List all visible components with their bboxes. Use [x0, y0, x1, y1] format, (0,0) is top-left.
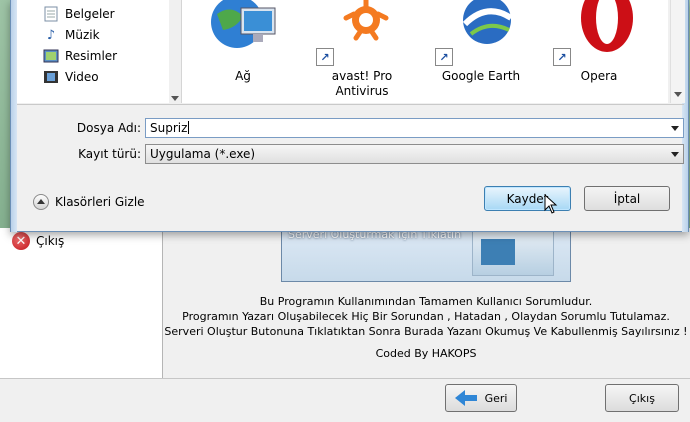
nav-item-documents[interactable]: Belgeler	[43, 6, 115, 22]
dialog-divider	[17, 104, 684, 105]
nav-item-label: Belgeler	[65, 7, 115, 21]
credit-text: Coded By HAKOPS	[375, 347, 477, 360]
cancel-button[interactable]: İptal	[584, 186, 670, 211]
hide-folders-toggle[interactable]: Klasörleri Gizle	[33, 194, 145, 210]
exit-button-label: Çıkış	[629, 391, 655, 405]
create-server-banner[interactable]: Serveri Oluşturmak İçin Tıklatın	[281, 228, 571, 282]
back-arrow-icon	[454, 390, 477, 406]
background-app-sidebar	[0, 228, 163, 378]
pictures-icon	[43, 48, 59, 64]
filename-field[interactable]: Supriz	[145, 118, 684, 138]
nav-item-label: Resimler	[65, 49, 118, 63]
filename-label: Dosya Adı:	[76, 121, 141, 135]
text-caret	[188, 121, 190, 134]
nav-item-label: Müzik	[65, 28, 100, 42]
hide-folders-label: Klasörleri Gizle	[55, 195, 145, 209]
filetype-value: Uygulama (*.exe)	[150, 147, 256, 161]
file-list-scrollbar[interactable]	[670, 0, 685, 103]
disclaimer-line: Bu Programın Kullanımından Tamamen Kulla…	[259, 295, 593, 308]
shortcut-arrow-icon: ↗	[316, 48, 334, 66]
network-icon	[197, 0, 289, 66]
chevron-down-icon[interactable]	[671, 152, 679, 157]
music-icon: ♪	[46, 27, 56, 43]
save-file-dialog: Belgeler ♪ Müzik Resimler Video Ağ ↗ ava…	[10, 0, 689, 232]
filetype-select[interactable]: Uygulama (*.exe)	[145, 144, 684, 164]
exit-icon: ✕	[12, 232, 30, 250]
documents-icon	[43, 6, 59, 22]
filetype-label: Kayıt türü:	[78, 147, 141, 161]
shortcut-arrow-icon: ↗	[435, 48, 453, 66]
disclaimer-line: Programın Yazarı Oluşabilecek Hiç Bir So…	[182, 310, 670, 323]
file-item-opera[interactable]: ↗ Opera	[548, 0, 650, 103]
navigation-pane: Belgeler ♪ Müzik Resimler Video	[17, 0, 182, 103]
exit-button[interactable]: Çıkış	[605, 384, 679, 412]
scroll-down-icon[interactable]	[674, 92, 682, 97]
google-earth-icon: ↗	[435, 0, 527, 66]
sidebar-item-label: Çıkış	[36, 234, 65, 248]
file-item-label: Google Earth	[441, 69, 521, 83]
scroll-down-icon[interactable]	[171, 96, 179, 101]
file-item-label: avast! Pro Antivirus	[331, 69, 393, 98]
video-icon	[43, 69, 59, 85]
nav-item-pictures[interactable]: Resimler	[43, 48, 117, 64]
background-app-footer	[0, 378, 690, 422]
file-item-label: Opera	[580, 69, 618, 83]
nav-scrollbar[interactable]	[169, 0, 181, 103]
filename-value: Supriz	[150, 121, 188, 135]
opera-icon: ↗	[553, 0, 645, 66]
file-item-google-earth[interactable]: ↗ Google Earth	[430, 0, 532, 103]
disclaimer-line: Serveri Oluştur Butonuna Tıklatıktan Son…	[164, 325, 688, 338]
nav-item-label: Video	[65, 70, 99, 84]
back-button-label: Geri	[484, 391, 508, 405]
file-item-label: Ağ	[235, 69, 251, 83]
file-item-network[interactable]: Ağ	[192, 0, 294, 103]
chevron-up-icon	[33, 194, 49, 210]
back-button[interactable]: Geri	[445, 384, 517, 412]
file-list: Ağ ↗ avast! Pro Antivirus ↗ Google Earth…	[182, 0, 668, 103]
sidebar-item-exit[interactable]: ✕ Çıkış	[12, 232, 64, 250]
window-art-icon	[472, 228, 554, 276]
chevron-down-icon[interactable]	[671, 126, 679, 131]
nav-item-video[interactable]: Video	[43, 69, 99, 85]
file-item-avast[interactable]: ↗ avast! Pro Antivirus	[311, 0, 413, 103]
disclaimer-text: Bu Programın Kullanımından Tamamen Kulla…	[162, 294, 690, 339]
shortcut-arrow-icon: ↗	[553, 48, 571, 66]
avast-icon: ↗	[316, 0, 408, 66]
mouse-cursor-icon	[544, 194, 558, 214]
nav-item-music[interactable]: ♪ Müzik	[43, 27, 100, 43]
